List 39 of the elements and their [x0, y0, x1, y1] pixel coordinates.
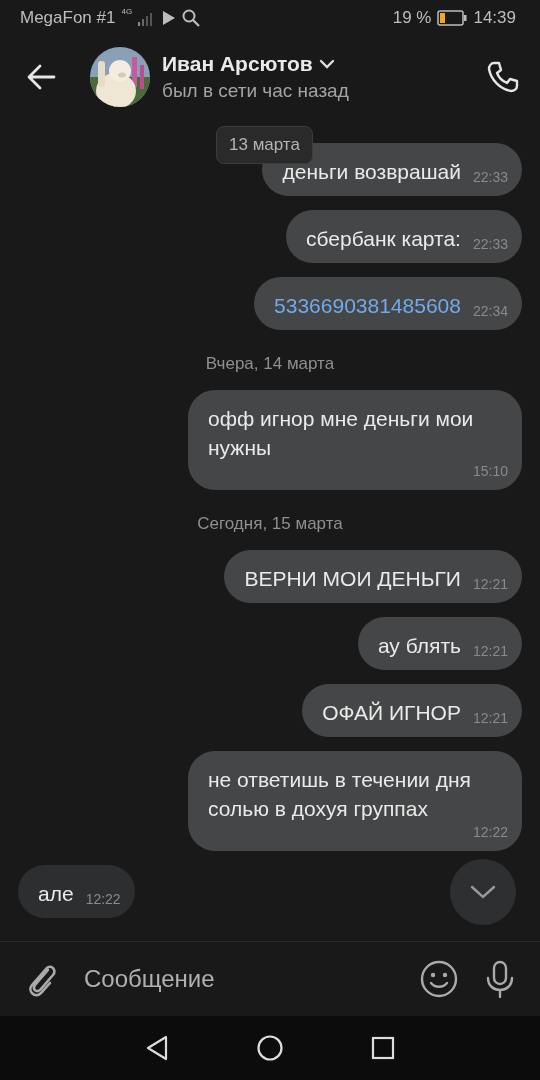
message-text: ВЕРНИ МОИ ДЕНЬГИ: [244, 566, 461, 592]
play-icon: [162, 10, 177, 26]
microphone-icon[interactable]: [484, 960, 516, 998]
back-triangle-icon[interactable]: [145, 1035, 169, 1061]
message-text: не ответишь в течении дня солью в дохуя группах: [208, 767, 472, 822]
message-time: 22:34: [472, 302, 508, 320]
chevron-down-icon: [470, 884, 496, 900]
message-time: 12:21: [472, 642, 508, 660]
message-text: ОФАЙ ИГНОР: [322, 700, 461, 726]
message-time: 22:33: [472, 168, 508, 186]
message-text: але: [38, 881, 74, 907]
message-text: сбербанк карта:: [306, 226, 461, 252]
message-time: 12:22: [472, 823, 508, 841]
message-time: 12:22: [85, 890, 121, 908]
battery-icon: [437, 10, 468, 26]
message-input[interactable]: Сообщение: [84, 965, 394, 993]
battery-percent: 19 %: [392, 8, 432, 28]
chevron-down-icon[interactable]: [318, 59, 335, 69]
clock: 14:39: [473, 8, 516, 28]
date-chip: 13 марта: [216, 126, 313, 164]
message-time: 12:21: [472, 575, 508, 593]
search-icon: [182, 9, 201, 27]
back-arrow-icon[interactable]: [26, 62, 56, 92]
phone-icon[interactable]: [486, 60, 520, 94]
message-time: 22:33: [472, 235, 508, 253]
card-number-link[interactable]: 5336690381485608: [274, 291, 461, 320]
network-type: 4G: [121, 8, 133, 16]
contact-name[interactable]: Иван Арсютов: [162, 52, 313, 76]
recents-square-icon[interactable]: [371, 1036, 395, 1060]
message-text: ау блять: [377, 633, 461, 659]
smiley-icon[interactable]: [420, 960, 458, 998]
last-seen-status: был в сети час назад: [162, 80, 350, 102]
message-text: офф игнор мне деньги мои нужны: [208, 406, 475, 461]
date-separator: Вчера, 14 марта: [205, 353, 335, 375]
carrier-name: MegaFon #1: [20, 8, 116, 28]
date-separator: Сегодня, 15 марта: [197, 513, 343, 535]
message-time: 15:10: [472, 462, 508, 480]
home-circle-icon[interactable]: [257, 1035, 283, 1061]
message-time: 12:21: [472, 709, 508, 727]
